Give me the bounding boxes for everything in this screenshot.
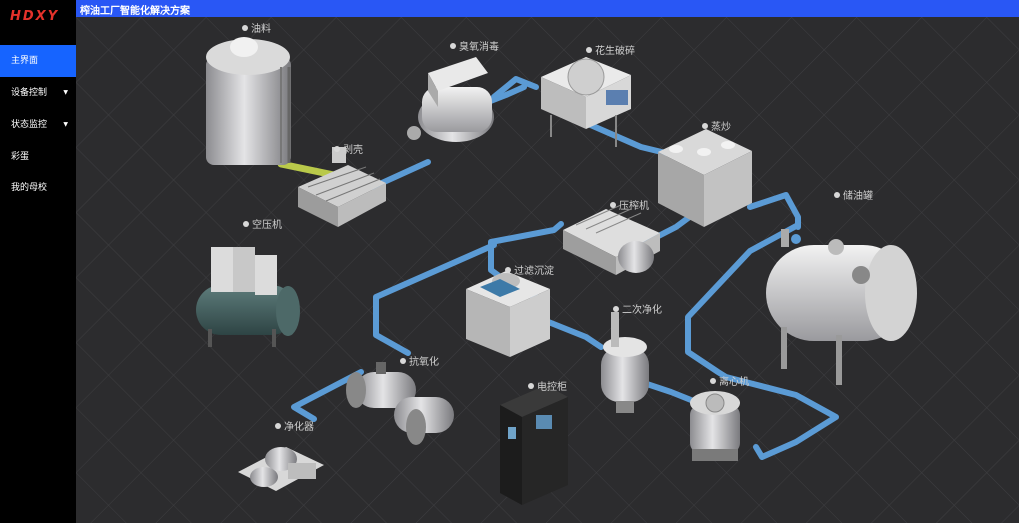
label-filter[interactable]: 过滤沉淀: [505, 262, 554, 277]
label-centrifuge[interactable]: 离心机: [710, 373, 749, 388]
marker-dot-icon: [613, 306, 619, 312]
marker-dot-icon: [243, 221, 249, 227]
sidebar-item-status-monitor[interactable]: 状态监控 ▼: [0, 109, 76, 141]
label-storage-tank[interactable]: 储油罐: [834, 187, 873, 202]
header-bar: 榨油工厂智能化解决方案: [76, 0, 1019, 17]
sidebar-item-label: 设备控制: [11, 88, 48, 98]
label-text: 臭氧消毒: [459, 42, 499, 53]
label-text: 压榨机: [619, 201, 649, 212]
marker-dot-icon: [528, 383, 534, 389]
label-text: 抗氧化: [409, 357, 439, 368]
caret-down-icon: ▼: [63, 121, 68, 128]
sidebar-item-device-control[interactable]: 设备控制 ▼: [0, 77, 76, 109]
label-text: 离心机: [719, 377, 749, 388]
marker-dot-icon: [334, 146, 340, 152]
label-purifier[interactable]: 净化器: [275, 418, 314, 433]
caret-down-icon: ▼: [63, 89, 68, 96]
sidebar-item-alma-mater[interactable]: 我的母校: [0, 172, 76, 204]
sidebar-item-label: 我的母校: [11, 183, 48, 193]
label-text: 电控柜: [537, 382, 567, 393]
label-text: 净化器: [284, 422, 314, 433]
label-text: 蒸炒: [711, 122, 731, 133]
label-control-cabinet[interactable]: 电控柜: [528, 378, 567, 393]
marker-dot-icon: [400, 358, 406, 364]
sidebar-item-label: 主界面: [11, 56, 39, 66]
label-text: 空压机: [252, 220, 282, 231]
control-cabinet-equipment[interactable]: [500, 385, 568, 505]
marker-dot-icon: [586, 47, 592, 53]
label-press[interactable]: 压榨机: [610, 197, 649, 212]
label-secondary-purify[interactable]: 二次净化: [613, 301, 662, 316]
marker-dot-icon: [505, 267, 511, 273]
oil-tank-equipment[interactable]: [206, 37, 291, 165]
marker-dot-icon: [242, 25, 248, 31]
marker-dot-icon: [710, 378, 716, 384]
label-text: 二次净化: [622, 305, 662, 316]
marker-dot-icon: [610, 202, 616, 208]
marker-dot-icon: [275, 423, 281, 429]
label-peanut-crusher[interactable]: 花生破碎: [586, 42, 635, 57]
label-roaster[interactable]: 蒸炒: [702, 118, 731, 133]
centrifuge-equipment[interactable]: [690, 391, 740, 461]
marker-dot-icon: [450, 43, 456, 49]
factory-scene: 油料 臭氧消毒 花生破碎 剥壳 蒸炒 储油罐 压榨机 空压机 过滤沉淀 二次净化…: [76, 17, 1019, 523]
label-text: 剥壳: [343, 145, 363, 156]
sidebar-item-easter-egg[interactable]: 彩蛋: [0, 141, 76, 173]
sidebar-item-main[interactable]: 主界面: [0, 45, 76, 77]
label-text: 花生破碎: [595, 46, 635, 57]
sidebar-item-label: 彩蛋: [11, 152, 30, 162]
marker-dot-icon: [702, 123, 708, 129]
label-antioxidant[interactable]: 抗氧化: [400, 353, 439, 368]
label-ozone[interactable]: 臭氧消毒: [450, 38, 499, 53]
label-oil-tank[interactable]: 油料: [242, 20, 271, 35]
marker-dot-icon: [834, 192, 840, 198]
label-text: 储油罐: [843, 191, 873, 202]
page-title: 榨油工厂智能化解决方案: [80, 6, 190, 17]
filter-equipment[interactable]: [466, 271, 550, 357]
sidebar-item-label: 状态监控: [11, 120, 48, 130]
label-peeling[interactable]: 剥壳: [334, 141, 363, 156]
brand-logo: HDXY: [10, 9, 60, 24]
label-text: 油料: [251, 24, 271, 35]
sidebar: HDXY 主界面 设备控制 ▼ 状态监控 ▼ 彩蛋 我的母校: [0, 0, 76, 523]
label-air-compressor[interactable]: 空压机: [243, 216, 282, 231]
label-text: 过滤沉淀: [514, 266, 554, 277]
